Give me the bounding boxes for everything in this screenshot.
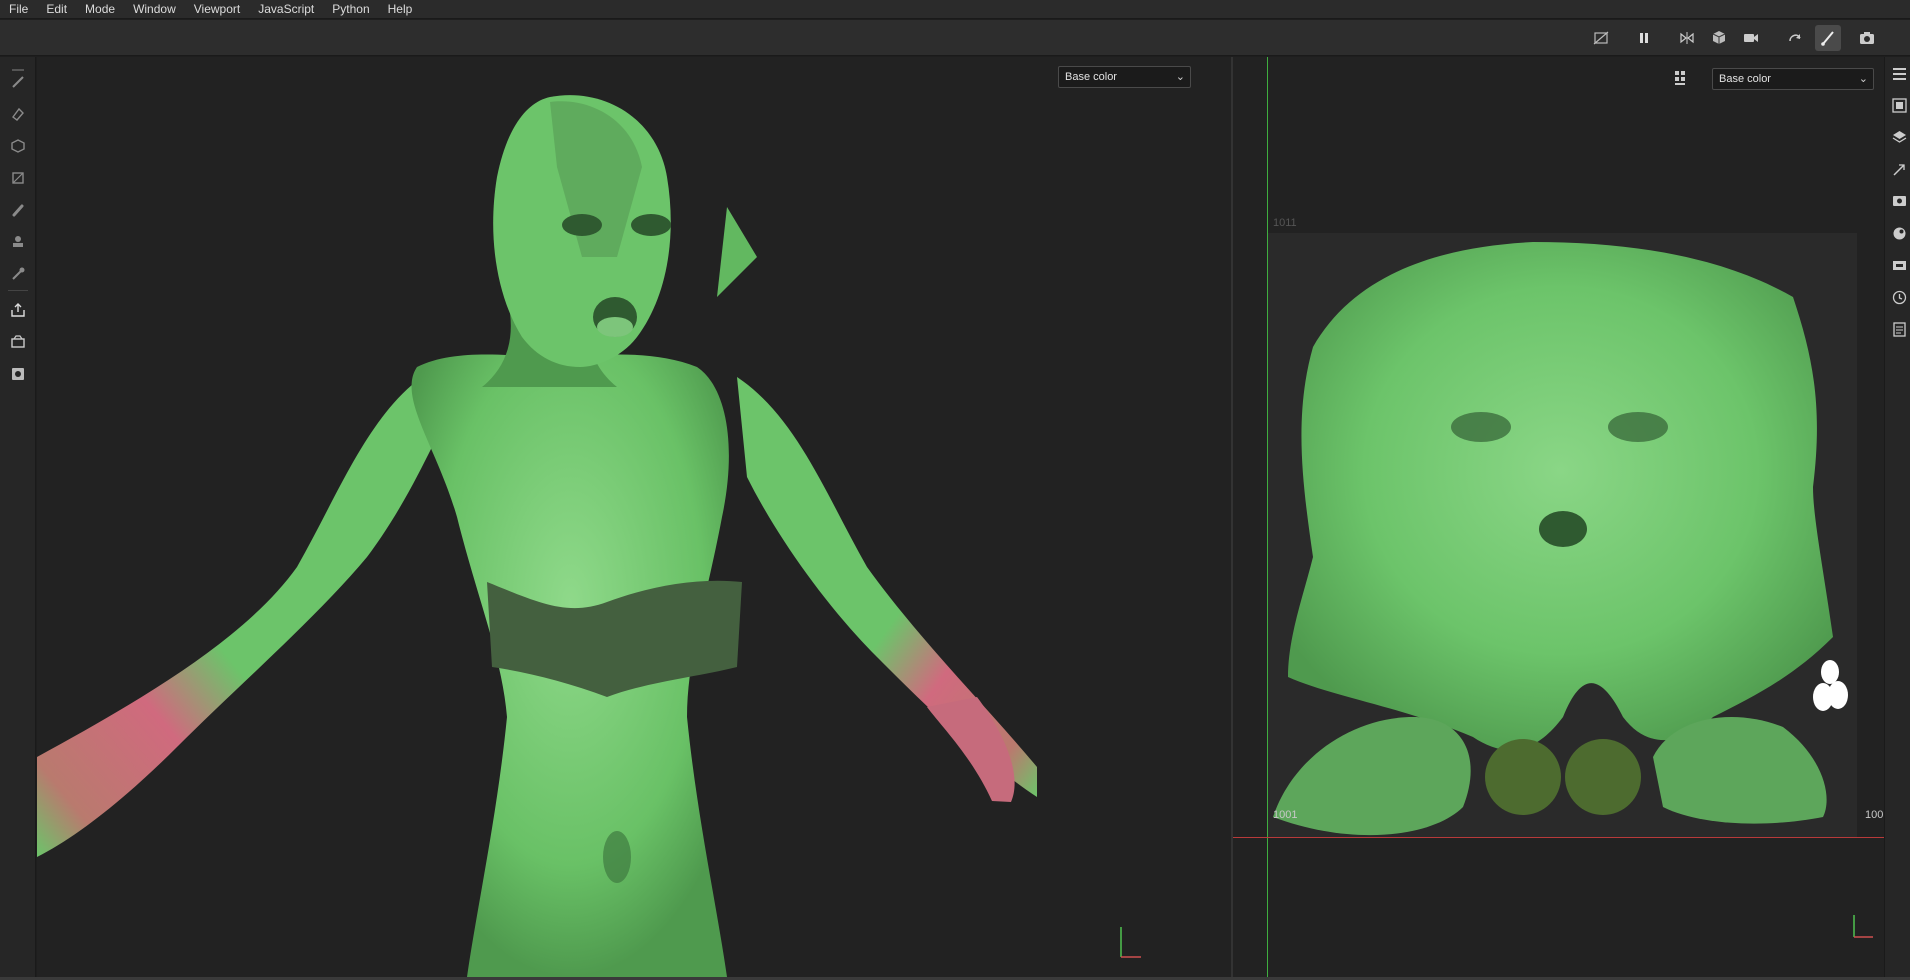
render-icon[interactable] (6, 362, 30, 386)
top-toolbar (0, 20, 1910, 56)
divider (8, 290, 28, 291)
shader-icon[interactable] (1888, 222, 1910, 244)
rotate-icon[interactable] (1782, 25, 1808, 51)
chevron-down-icon: ⌄ (1175, 71, 1185, 83)
bake-icon[interactable] (6, 330, 30, 354)
uv-texture-map (1273, 242, 1873, 938)
screenshot-icon[interactable] (1854, 25, 1880, 51)
color-picker-icon[interactable] (6, 262, 30, 286)
menu-javascript[interactable]: JavaScript (249, 0, 323, 19)
polygon-fill-icon[interactable] (6, 166, 30, 190)
menu-edit[interactable]: Edit (37, 0, 76, 19)
left-toolbar (0, 57, 36, 977)
display-settings-icon[interactable] (1888, 190, 1910, 212)
layers-icon[interactable] (1888, 126, 1910, 148)
paint-brush-icon[interactable] (1815, 25, 1841, 51)
properties-icon[interactable] (1888, 158, 1910, 180)
channel-select-3d[interactable]: Base color ⌄ (1058, 66, 1191, 88)
cube-icon[interactable] (1706, 25, 1732, 51)
uv-display-options-icon[interactable] (1673, 69, 1691, 87)
export-icon[interactable] (6, 298, 30, 322)
uv-tile-label-bottom: 1001 (1273, 809, 1298, 821)
channel-select-3d-value: Base color (1065, 71, 1117, 83)
smudge-icon[interactable] (6, 198, 30, 222)
menu-mode[interactable]: Mode (76, 0, 124, 19)
shelf-icon[interactable] (1888, 254, 1910, 276)
viewport-2d[interactable]: 1011 1001 100 Base color ⌄ (1233, 57, 1884, 977)
menu-viewport[interactable]: Viewport (185, 0, 249, 19)
layers-list-icon[interactable] (1888, 62, 1910, 84)
channel-select-2d[interactable]: Base color ⌄ (1712, 68, 1874, 90)
viewport-3d[interactable]: Base color ⌄ (37, 57, 1231, 977)
uv-tile-label-right: 100 (1865, 809, 1884, 821)
chevron-down-icon: ⌄ (1858, 73, 1868, 85)
texture-set-icon[interactable] (1888, 94, 1910, 116)
eraser-icon[interactable] (6, 102, 30, 126)
log-icon[interactable] (1888, 318, 1910, 340)
right-dock (1884, 57, 1910, 977)
menu-window[interactable]: Window (124, 0, 185, 19)
clone-icon[interactable] (6, 230, 30, 254)
character-model[interactable] (37, 57, 1231, 977)
channel-select-2d-value: Base color (1719, 73, 1771, 85)
uv-tile-label-top: 1011 (1273, 217, 1297, 229)
pause-icon[interactable] (1631, 25, 1657, 51)
camera-icon[interactable] (1738, 25, 1764, 51)
projection-icon[interactable] (6, 134, 30, 158)
hide-ui-icon[interactable] (1588, 25, 1614, 51)
menu-file[interactable]: File (0, 0, 37, 19)
history-icon[interactable] (1888, 286, 1910, 308)
paint-icon[interactable] (6, 70, 30, 94)
menubar: File Edit Mode Window Viewport JavaScrip… (0, 0, 1910, 19)
menu-help[interactable]: Help (379, 0, 422, 19)
symmetry-icon[interactable] (1674, 25, 1700, 51)
menu-python[interactable]: Python (323, 0, 378, 19)
